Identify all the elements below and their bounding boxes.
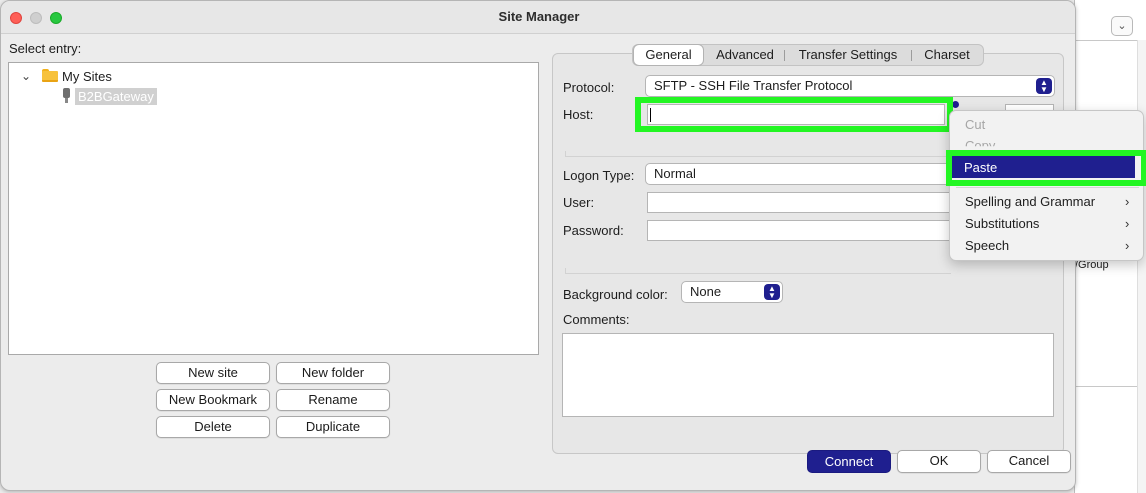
site-tree[interactable]: ⌄ My Sites B2BGateway: [8, 62, 539, 355]
delete-button[interactable]: Delete: [156, 416, 270, 438]
tab-separator: [911, 50, 912, 61]
section-divider: [566, 156, 951, 157]
folder-icon: [42, 69, 58, 82]
host-label: Host:: [563, 107, 594, 122]
new-site-button[interactable]: New site: [156, 362, 270, 384]
menu-item-substitutions[interactable]: Substitutions ›: [965, 216, 1129, 231]
menu-item-speech[interactable]: Speech ›: [965, 238, 1129, 253]
tree-item-b2bgateway[interactable]: B2BGateway: [75, 88, 157, 105]
protocol-value: SFTP - SSH File Transfer Protocol: [654, 78, 853, 93]
select-stepper-icon: ▲ ▼: [1036, 78, 1052, 94]
tab-advanced[interactable]: Advanced: [708, 45, 782, 65]
logon-type-label: Logon Type:: [563, 168, 635, 183]
status-dot-icon: [952, 101, 959, 108]
select-stepper-icon: ▲ ▼: [764, 284, 780, 300]
submenu-chevron-icon: ›: [1125, 216, 1130, 231]
tab-separator: [784, 50, 785, 61]
submenu-chevron-icon: ›: [1125, 194, 1130, 209]
tree-item-my-sites[interactable]: My Sites: [62, 69, 112, 84]
section-divider-tick: [565, 151, 566, 157]
menu-item-cut[interactable]: Cut: [965, 117, 985, 132]
section-divider-tick: [565, 268, 566, 274]
user-label: User:: [563, 195, 595, 210]
duplicate-button[interactable]: Duplicate: [276, 416, 390, 438]
connect-button[interactable]: Connect: [807, 450, 891, 473]
background-scrollbar[interactable]: [1137, 40, 1146, 493]
menu-item-label: Substitutions: [965, 216, 1040, 231]
comments-label: Comments:: [563, 312, 630, 327]
title-bar[interactable]: Site Manager: [1, 1, 1075, 34]
comments-textarea[interactable]: [562, 333, 1054, 417]
background-divider: [1075, 386, 1146, 387]
background-divider: [1075, 40, 1146, 41]
menu-item-label: Spelling and Grammar: [965, 194, 1096, 209]
server-icon: [62, 88, 70, 104]
password-input[interactable]: [647, 220, 953, 241]
rename-button[interactable]: Rename: [276, 389, 390, 411]
expand-chevron-icon[interactable]: ⌄: [21, 69, 31, 83]
host-annotation-highlight: [635, 97, 953, 132]
tab-general[interactable]: General: [633, 44, 704, 66]
password-label: Password:: [563, 223, 624, 238]
submenu-chevron-icon: ›: [1125, 238, 1130, 253]
window-title: Site Manager: [498, 9, 580, 24]
menu-item-spelling-and-grammar[interactable]: Spelling and Grammar ›: [965, 194, 1129, 209]
tab-transfer-settings[interactable]: Transfer Settings: [786, 45, 910, 65]
menu-item-label: Speech: [965, 238, 1010, 253]
new-folder-button[interactable]: New folder: [276, 362, 390, 384]
protocol-label: Protocol:: [563, 80, 615, 95]
tab-charset[interactable]: Charset: [913, 45, 981, 65]
select-entry-label: Select entry:: [9, 41, 82, 56]
protocol-select[interactable]: SFTP - SSH File Transfer Protocol ▲ ▼: [645, 75, 1055, 97]
menu-separator: [956, 187, 1139, 188]
logon-type-value: Normal: [654, 166, 696, 181]
settings-tabs: General Advanced Transfer Settings Chars…: [632, 44, 984, 66]
ok-button[interactable]: OK: [897, 450, 981, 473]
background-color-select[interactable]: None ▲ ▼: [681, 281, 783, 303]
logon-type-select[interactable]: Normal: [645, 163, 955, 185]
background-color-label: Background color:: [563, 287, 668, 302]
site-manager-dialog: Site Manager Select entry: ⌄ My Sites B2…: [0, 0, 1076, 491]
background-color-value: None: [690, 284, 722, 299]
user-input[interactable]: [647, 192, 953, 213]
background-dropdown[interactable]: ⌄: [1111, 16, 1133, 36]
new-bookmark-button[interactable]: New Bookmark: [156, 389, 270, 411]
paste-annotation-highlight: [946, 150, 1146, 186]
cancel-button[interactable]: Cancel: [987, 450, 1071, 473]
section-divider: [566, 273, 951, 274]
